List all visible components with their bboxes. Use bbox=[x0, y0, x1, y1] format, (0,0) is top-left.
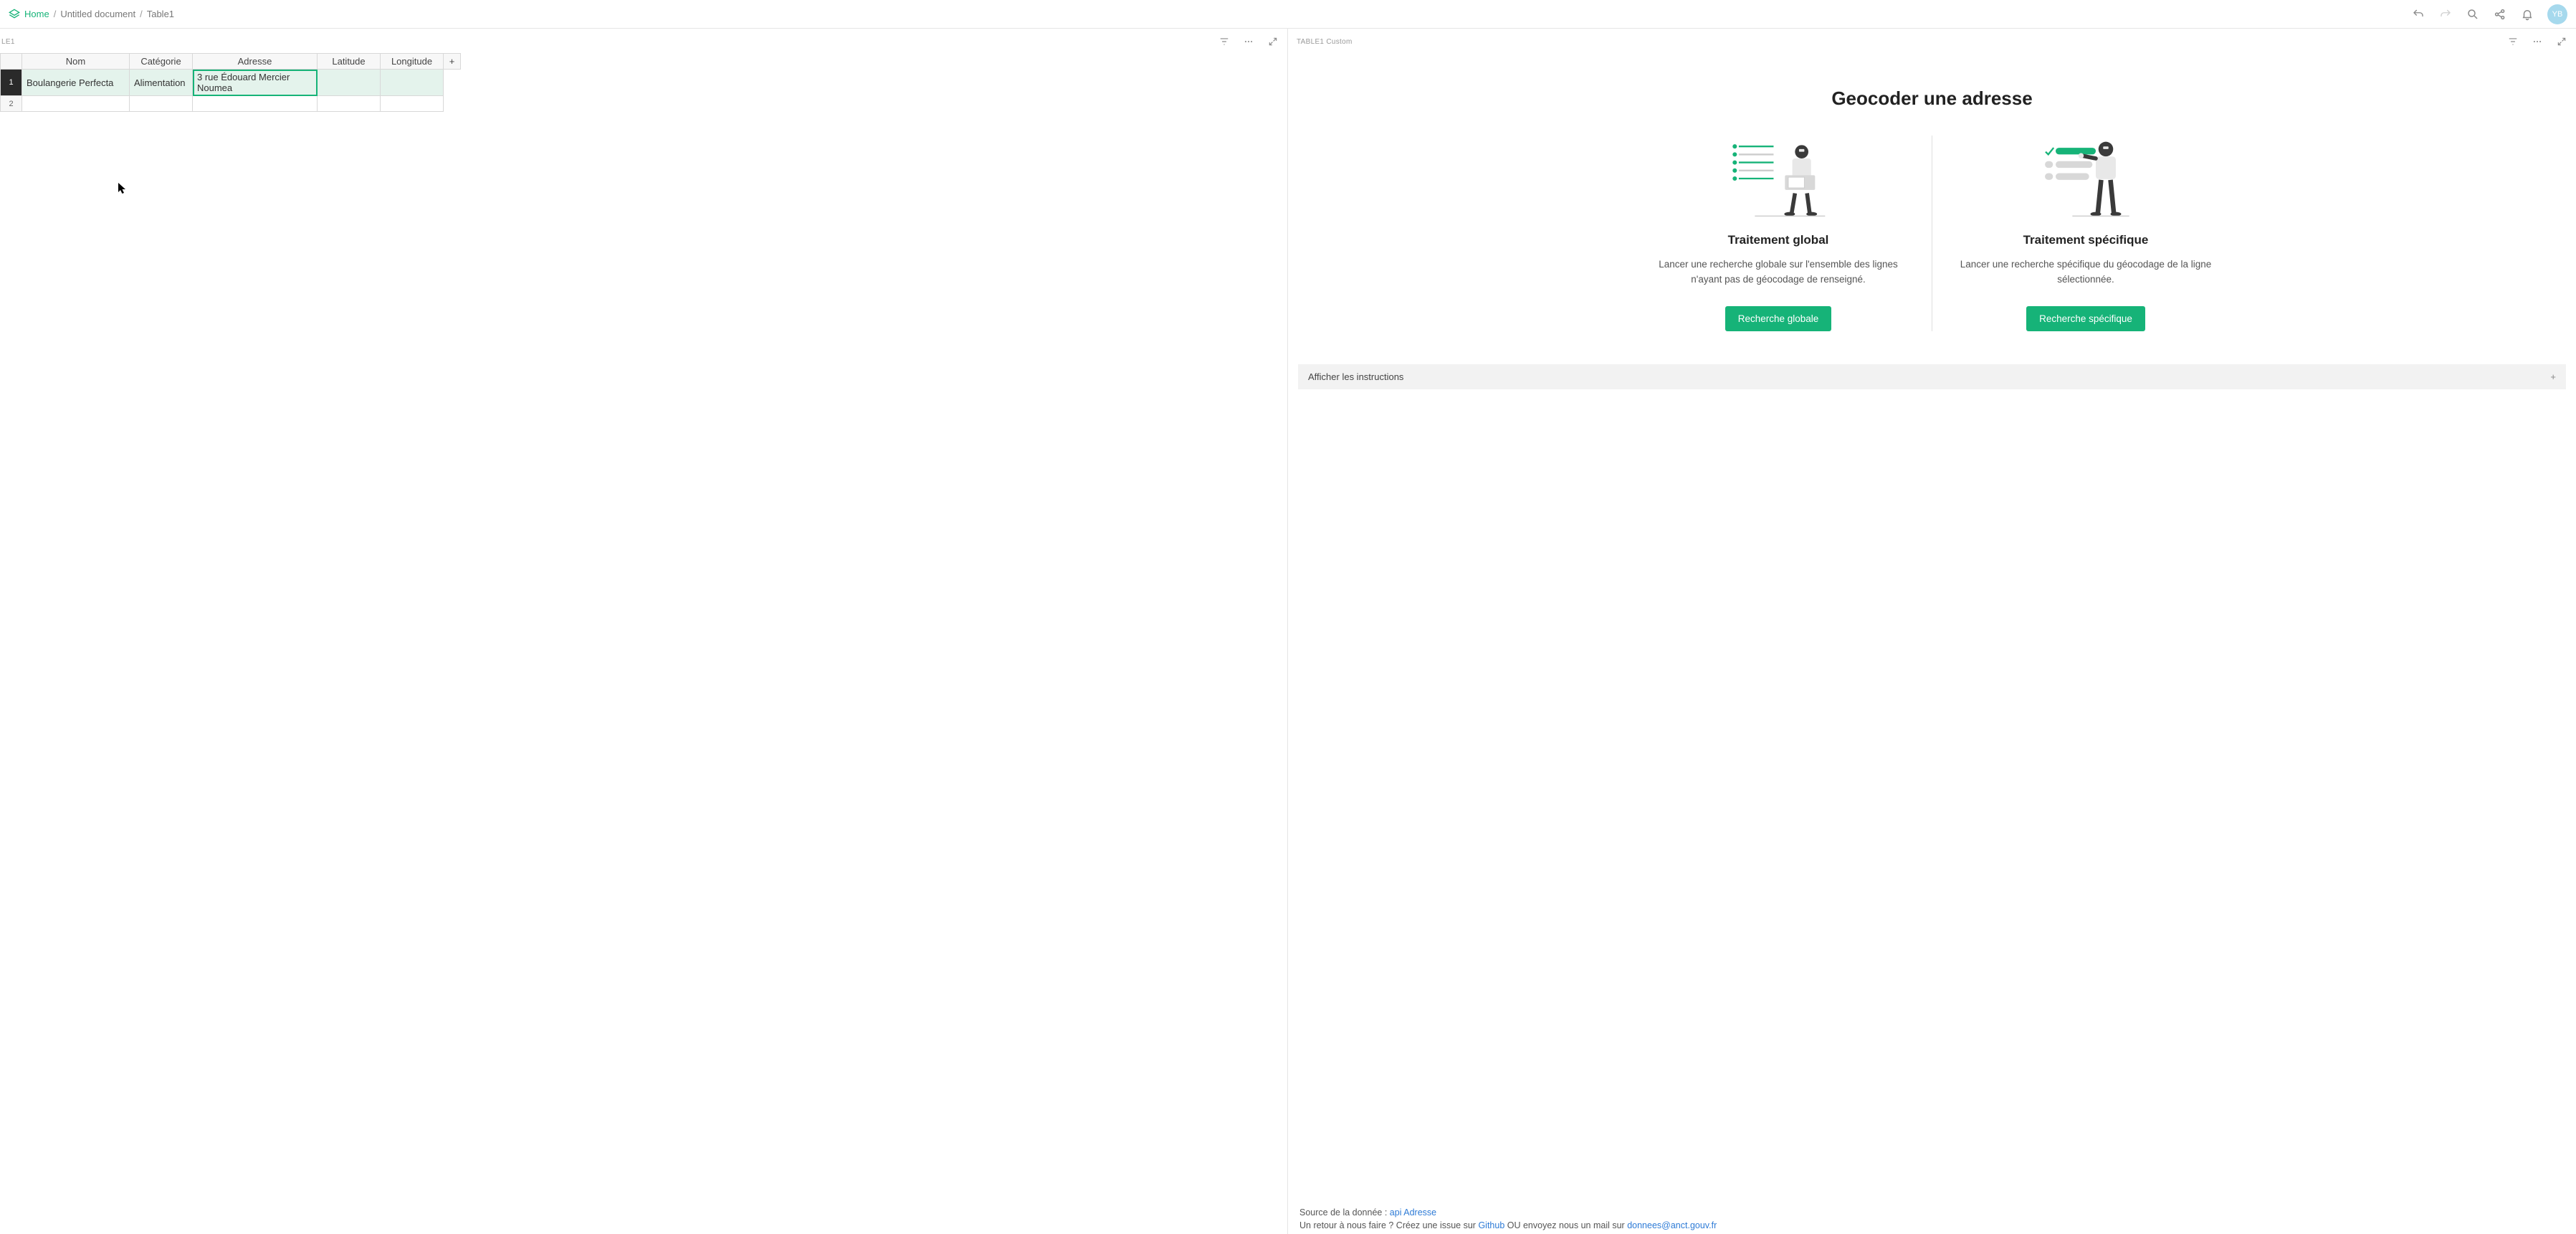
more-icon[interactable] bbox=[1241, 34, 1256, 49]
cell-nom[interactable]: Boulangerie Perfecta bbox=[22, 70, 130, 96]
left-panel-header: LE1 bbox=[0, 29, 1287, 53]
source-link[interactable]: api Adresse bbox=[1390, 1207, 1436, 1218]
right-panel-header: TABLE1 Custom bbox=[1288, 29, 2576, 53]
widget-title: Geocoder une adresse bbox=[1298, 87, 2566, 110]
main-content: LE1 Nom Catégorie bbox=[0, 29, 2576, 1234]
share-icon[interactable] bbox=[2493, 7, 2507, 22]
add-column-button[interactable]: + bbox=[444, 54, 461, 70]
breadcrumb-home[interactable]: Home bbox=[24, 9, 49, 19]
cell-latitude[interactable] bbox=[318, 96, 381, 112]
filter-icon[interactable] bbox=[1217, 34, 1231, 49]
redo-icon bbox=[2438, 7, 2453, 22]
cell-categorie[interactable] bbox=[130, 96, 193, 112]
cell-adresse[interactable] bbox=[193, 96, 318, 112]
breadcrumb-sep: / bbox=[54, 9, 57, 19]
global-search-button[interactable]: Recherche globale bbox=[1725, 306, 1832, 331]
option-specific-desc: Lancer une recherche spécifique du géoco… bbox=[1957, 257, 2215, 288]
right-panel: TABLE1 Custom Geocoder une adresse bbox=[1288, 29, 2576, 1234]
app-logo-icon[interactable] bbox=[9, 9, 20, 20]
search-icon[interactable] bbox=[2466, 7, 2480, 22]
instructions-toggle[interactable]: Afficher les instructions + bbox=[1298, 364, 2566, 389]
header-categorie[interactable]: Catégorie bbox=[130, 54, 193, 70]
left-panel-title: LE1 bbox=[1, 38, 15, 46]
avatar[interactable]: YB bbox=[2547, 4, 2567, 24]
email-link[interactable]: donnees@anct.gouv.fr bbox=[1627, 1220, 1717, 1230]
option-specific: Traitement spécifique Lancer une recherc… bbox=[1935, 136, 2236, 331]
undo-icon[interactable] bbox=[2411, 7, 2425, 22]
breadcrumb-table[interactable]: Table1 bbox=[147, 9, 174, 19]
cell-longitude[interactable] bbox=[381, 70, 444, 96]
feedback-mid: OU envoyez nous un mail sur bbox=[1504, 1220, 1627, 1230]
option-global: Traitement global Lancer une recherche g… bbox=[1628, 136, 1929, 331]
left-panel: LE1 Nom Catégorie bbox=[0, 29, 1288, 1234]
options-row: Traitement global Lancer une recherche g… bbox=[1298, 136, 2566, 331]
illustration-specific bbox=[2036, 136, 2136, 222]
option-global-heading: Traitement global bbox=[1728, 233, 1829, 247]
top-bar: Home / Untitled document / Table1 YB bbox=[0, 0, 2576, 29]
cell-longitude[interactable] bbox=[381, 96, 444, 112]
option-specific-heading: Traitement spécifique bbox=[2023, 233, 2149, 247]
header-longitude[interactable]: Longitude bbox=[381, 54, 444, 70]
breadcrumb-doc[interactable]: Untitled document bbox=[60, 9, 135, 19]
cell-latitude[interactable] bbox=[318, 70, 381, 96]
right-panel-title: TABLE1 Custom bbox=[1297, 38, 1353, 46]
cell-adresse[interactable]: 3 rue Édouard Mercier Noumea bbox=[193, 70, 318, 96]
header-rownum bbox=[1, 54, 22, 70]
notifications-icon[interactable] bbox=[2520, 7, 2534, 22]
table-row[interactable]: 2 bbox=[1, 96, 461, 112]
specific-search-button[interactable]: Recherche spécifique bbox=[2026, 306, 2145, 331]
row-number[interactable]: 2 bbox=[1, 96, 22, 112]
expand-icon[interactable] bbox=[2554, 34, 2569, 49]
row-number[interactable]: 1 bbox=[1, 70, 22, 96]
table-row[interactable]: 1 Boulangerie Perfecta Alimentation 3 ru… bbox=[1, 70, 461, 96]
illustration-global bbox=[1728, 136, 1828, 222]
github-link[interactable]: Github bbox=[1478, 1220, 1504, 1230]
breadcrumb-sep: / bbox=[140, 9, 143, 19]
header-nom[interactable]: Nom bbox=[22, 54, 130, 70]
filter-icon[interactable] bbox=[2506, 34, 2520, 49]
header-adresse[interactable]: Adresse bbox=[193, 54, 318, 70]
feedback-prefix: Un retour à nous faire ? Créez une issue… bbox=[1299, 1220, 1478, 1230]
plus-icon: + bbox=[2550, 371, 2556, 382]
more-icon[interactable] bbox=[2530, 34, 2544, 49]
data-table[interactable]: Nom Catégorie Adresse Latitude Longitude… bbox=[0, 53, 461, 112]
option-global-desc: Lancer une recherche globale sur l'ensem… bbox=[1649, 257, 1907, 288]
instructions-label: Afficher les instructions bbox=[1308, 371, 1403, 382]
header-latitude[interactable]: Latitude bbox=[318, 54, 381, 70]
table-wrap[interactable]: Nom Catégorie Adresse Latitude Longitude… bbox=[0, 53, 1287, 112]
widget-footer: Source de la donnée : api Adresse Un ret… bbox=[1298, 1197, 2566, 1234]
cell-categorie[interactable]: Alimentation bbox=[130, 70, 193, 96]
breadcrumb: Home / Untitled document / Table1 bbox=[9, 9, 174, 20]
source-label: Source de la donnée : bbox=[1299, 1207, 1390, 1218]
cell-nom[interactable] bbox=[22, 96, 130, 112]
geocoder-widget: Geocoder une adresse bbox=[1288, 53, 2576, 1234]
topbar-actions: YB bbox=[2411, 4, 2567, 24]
expand-icon[interactable] bbox=[1266, 34, 1280, 49]
